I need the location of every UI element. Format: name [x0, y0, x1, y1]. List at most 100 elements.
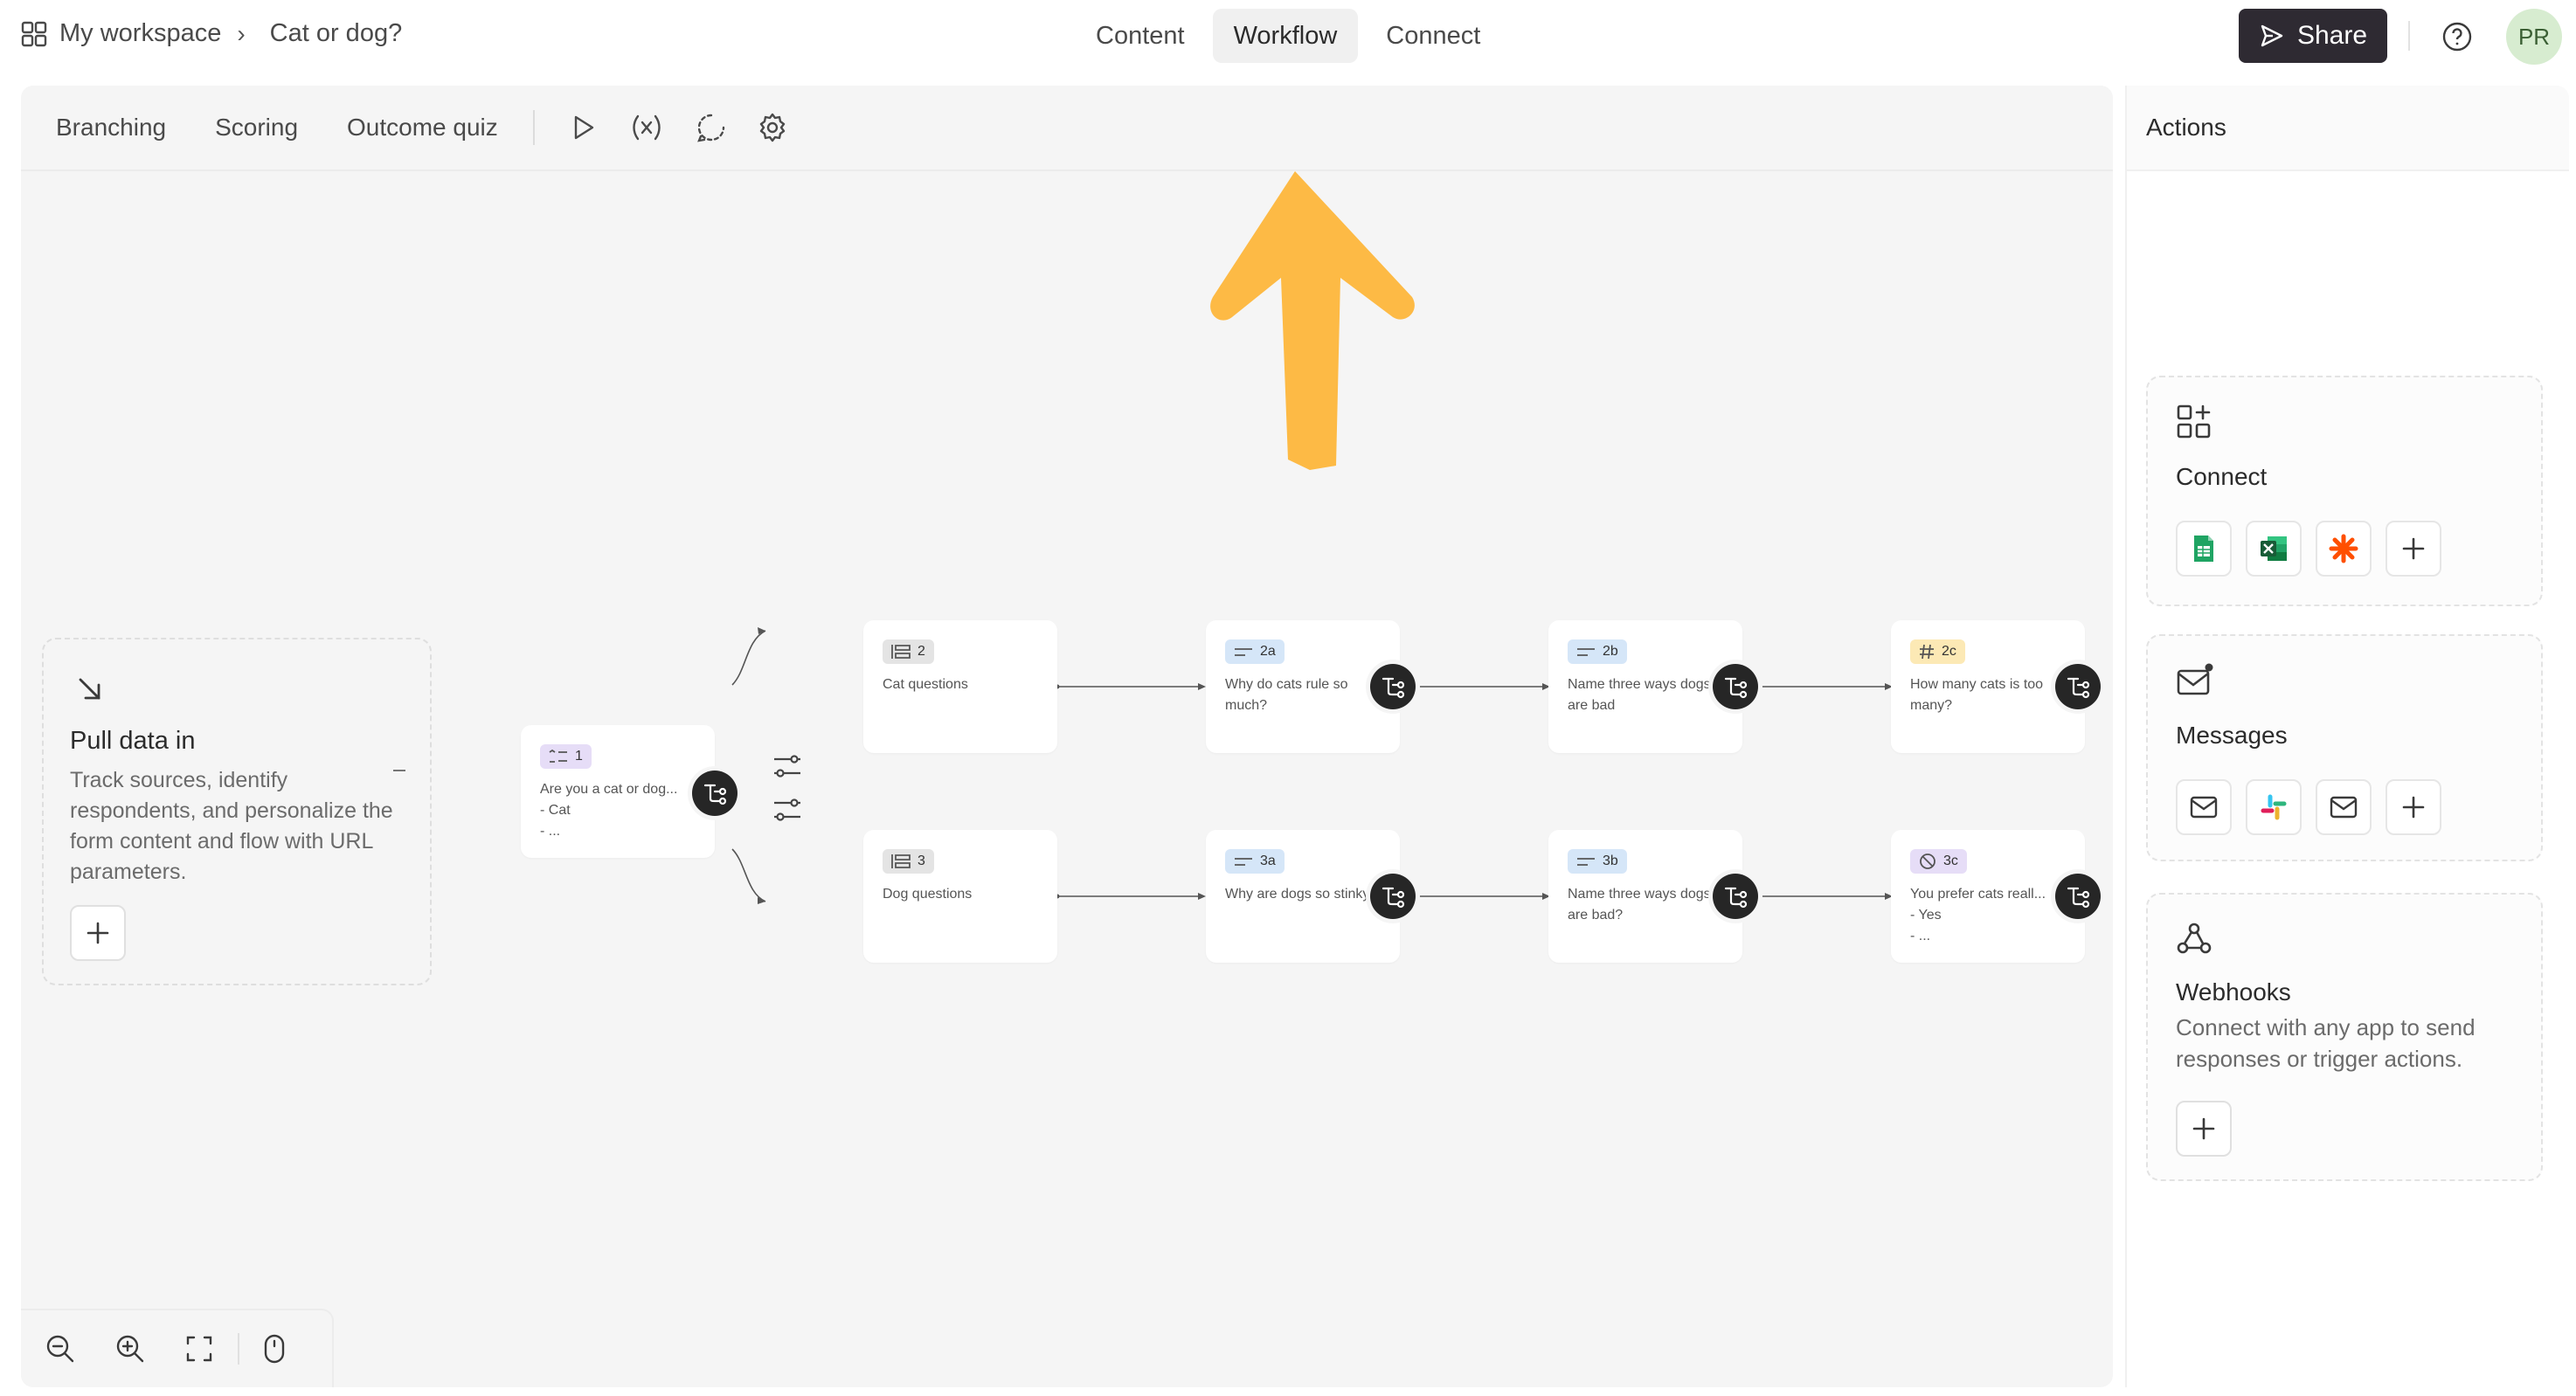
branch-logic-button[interactable]	[2055, 664, 2101, 709]
webhooks-card: Webhooks Connect with any app to send re…	[2146, 893, 2543, 1181]
webhooks-title: Webhooks	[2176, 978, 2291, 1006]
add-message-button[interactable]	[2386, 779, 2441, 835]
question-text: Why do cats rule so much?	[1225, 677, 1348, 713]
excel-icon	[2261, 536, 2287, 561]
question-text: Cat questions	[883, 677, 968, 692]
workflow-canvas[interactable]: Branching Scoring Outcome quiz Pull data…	[21, 86, 2113, 1387]
badge-number: 2a	[1260, 644, 1276, 659]
branch-logic-button[interactable]	[692, 771, 737, 816]
question-group-node-3[interactable]: 3 Dog questions	[863, 830, 1057, 963]
excel-button[interactable]	[2246, 521, 2302, 577]
question-text: You prefer cats reall... - Yes - ...	[1910, 887, 2046, 943]
badge-number: 3c	[1943, 853, 1958, 868]
avatar[interactable]: PR	[2506, 9, 2562, 65]
branch-logic-button[interactable]	[1713, 664, 1758, 709]
branch-condition-icon[interactable]	[772, 751, 802, 781]
grid-icon[interactable]	[21, 21, 47, 47]
question-badge: 2a	[1225, 639, 1285, 664]
main-tabs: Content Workflow Connect	[1075, 9, 1501, 63]
fit-screen-icon[interactable]	[185, 1335, 213, 1363]
share-label: Share	[2296, 21, 2368, 50]
tab-content[interactable]: Content	[1075, 9, 1206, 63]
badge-number: 2c	[1942, 644, 1956, 659]
plus-icon	[2402, 537, 2425, 560]
branch-logic-button[interactable]	[1713, 874, 1758, 919]
connect-card: Connect	[2146, 376, 2543, 606]
tab-workflow[interactable]: Workflow	[1212, 9, 1359, 63]
share-button[interactable]: Share	[2239, 9, 2387, 63]
branch-icon	[1724, 677, 1748, 699]
branch-logic-button[interactable]	[2055, 874, 2101, 919]
connect-title: Connect	[2176, 463, 2268, 490]
badge-number: 2	[918, 644, 925, 659]
actions-title: Actions	[2146, 114, 2226, 141]
number-icon	[1920, 644, 1934, 660]
google-sheets-button[interactable]	[2176, 521, 2232, 577]
email-button[interactable]	[2176, 779, 2232, 835]
add-integration-button[interactable]	[2386, 521, 2441, 577]
badge-number: 2b	[1603, 644, 1618, 659]
help-icon[interactable]	[2441, 21, 2473, 57]
webhooks-description: Connect with any app to send responses o…	[2176, 1014, 2476, 1072]
question-text: Why are dogs so stinky?	[1225, 887, 1378, 902]
badge-number: 1	[575, 749, 583, 764]
breadcrumb: My workspace › Cat or dog?	[21, 19, 402, 48]
branch-logic-button[interactable]	[1370, 874, 1416, 919]
zoom-out-icon[interactable]	[45, 1334, 75, 1364]
messages-title: Messages	[2176, 722, 2288, 749]
yes-no-icon	[1920, 853, 1935, 869]
zoom-in-icon[interactable]	[115, 1334, 145, 1364]
question-badge: 3	[883, 849, 934, 874]
flow-connectors	[393, 627, 1893, 904]
webhook-icon	[2176, 921, 2212, 960]
badge-number: 3b	[1603, 853, 1618, 868]
branch-icon	[1381, 887, 1405, 909]
branch-logic-button[interactable]	[1370, 664, 1416, 709]
send-icon	[2261, 24, 2283, 47]
branch-condition-icon[interactable]	[772, 795, 802, 825]
question-badge: 2c	[1910, 639, 1965, 664]
zoom-controls	[21, 1309, 334, 1387]
actions-header: Actions	[2127, 86, 2569, 171]
plus-icon	[2192, 1117, 2215, 1140]
badge-number: 3	[918, 853, 925, 868]
messages-card: Messages	[2146, 634, 2543, 861]
top-bar: My workspace › Cat or dog? Content Workf…	[0, 0, 2576, 73]
question-text: How many cats is too many?	[1910, 677, 2044, 713]
question-group-node-2[interactable]: 2 Cat questions	[863, 620, 1057, 753]
breadcrumb-form-title[interactable]: Cat or dog?	[270, 19, 403, 48]
multiple-choice-icon	[549, 750, 567, 763]
divider	[2408, 21, 2410, 51]
tab-connect[interactable]: Connect	[1365, 9, 1501, 63]
question-badge: 2b	[1568, 639, 1627, 664]
short-text-icon	[1577, 648, 1595, 656]
short-text-icon	[1235, 858, 1252, 866]
add-webhook-button[interactable]	[2176, 1101, 2232, 1157]
zapier-button[interactable]	[2316, 521, 2372, 577]
question-text: Dog questions	[883, 887, 973, 902]
email-notification-button[interactable]	[2316, 779, 2372, 835]
question-group-icon	[891, 645, 911, 659]
short-text-icon	[1577, 858, 1595, 866]
zoom-divider	[238, 1333, 239, 1365]
breadcrumb-workspace[interactable]: My workspace	[59, 19, 221, 48]
question-text: Name three ways dogs are bad	[1568, 677, 1711, 713]
question-badge: 3b	[1568, 849, 1627, 874]
badge-number: 3a	[1260, 853, 1276, 868]
mouse-icon[interactable]	[264, 1334, 285, 1364]
mail-notification-icon	[2176, 662, 2214, 701]
branch-icon	[2067, 677, 2090, 699]
question-node-1[interactable]: 1 Are you a cat or dog... - Cat - ...	[521, 725, 715, 858]
messages-apps	[2176, 779, 2441, 835]
question-badge: 1	[540, 744, 592, 769]
breadcrumb-separator: ›	[237, 19, 246, 47]
question-badge: 3c	[1910, 849, 1967, 874]
actions-panel: Actions Connect Messages Webhooks Connec…	[2125, 86, 2569, 1387]
branch-icon	[1724, 887, 1748, 909]
short-text-icon	[1235, 648, 1252, 656]
question-badge: 2	[883, 639, 934, 664]
slack-button[interactable]	[2246, 779, 2302, 835]
branch-icon	[703, 784, 727, 805]
question-text: Are you a cat or dog... - Cat - ...	[540, 782, 678, 839]
slack-icon	[2261, 794, 2287, 820]
